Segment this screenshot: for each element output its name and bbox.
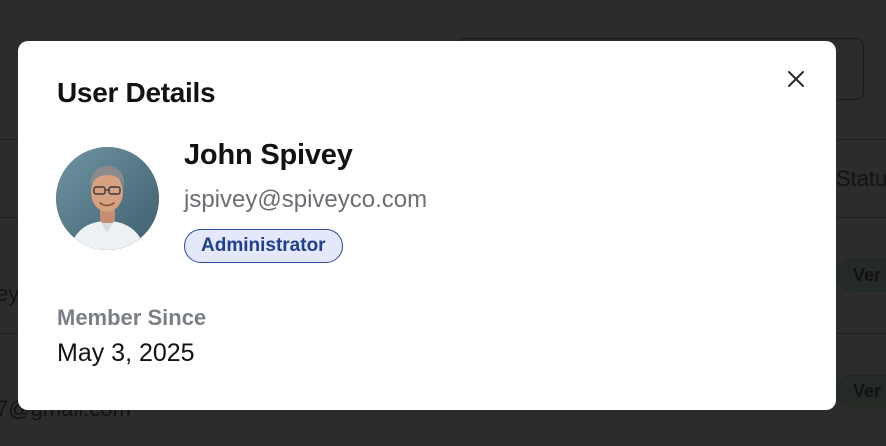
user-email: jspivey@spiveyco.com	[184, 186, 428, 213]
user-details-modal: User Details John Spivey jspivey@spiveyc…	[18, 41, 836, 410]
avatar	[56, 147, 159, 250]
user-name: John Spivey	[184, 139, 353, 171]
background-status-header: Statu	[836, 166, 886, 191]
role-badge: Administrator	[184, 229, 343, 263]
background-row-text: ey	[0, 281, 20, 306]
modal-title: User Details	[57, 77, 216, 108]
member-since-label: Member Since	[57, 305, 207, 330]
close-icon	[788, 71, 804, 87]
background-status-badge: Ver	[836, 259, 886, 291]
background-status-badge: Ver	[836, 375, 886, 407]
member-since-value: May 3, 2025	[57, 339, 195, 367]
close-button[interactable]	[780, 63, 812, 95]
